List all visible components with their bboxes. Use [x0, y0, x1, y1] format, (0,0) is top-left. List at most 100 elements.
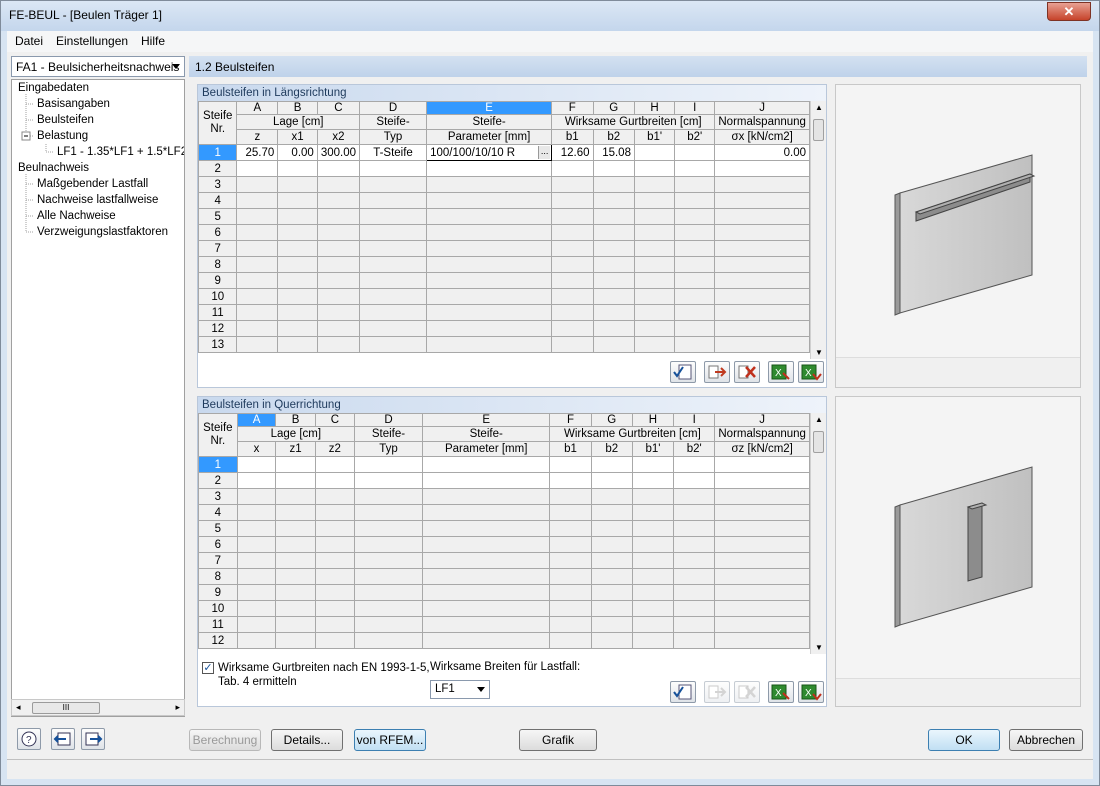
row-number[interactable]: 13 — [198, 336, 238, 353]
table-cell[interactable] — [590, 536, 633, 553]
tree-item-alle-nachweise[interactable]: Alle Nachweise — [37, 210, 116, 222]
table-cell[interactable] — [673, 456, 716, 473]
scroll-down-icon[interactable]: ▼ — [815, 643, 823, 652]
table-cell[interactable] — [673, 600, 716, 617]
table-cell[interactable] — [633, 144, 676, 161]
table-cell[interactable] — [358, 272, 428, 289]
table-cell[interactable] — [674, 240, 716, 257]
row-number[interactable]: 9 — [198, 584, 238, 601]
table-cell[interactable] — [236, 488, 277, 505]
table-cell[interactable] — [551, 208, 594, 225]
row-number[interactable]: 11 — [198, 616, 238, 633]
ok-button[interactable]: OK — [928, 729, 1000, 751]
delete-row-button[interactable] — [734, 681, 760, 703]
table-cell[interactable] — [549, 568, 592, 585]
insert-row-button[interactable] — [704, 361, 730, 383]
table-cell[interactable] — [275, 632, 316, 649]
table-row[interactable]: 8 — [198, 256, 810, 273]
table-cell[interactable] — [316, 288, 361, 305]
transverse-vscroll[interactable]: ▲ ▼ — [810, 413, 826, 654]
col-i[interactable]: I — [673, 413, 716, 427]
table-cell[interactable] — [714, 192, 810, 209]
table-cell[interactable] — [714, 520, 810, 537]
scroll-left-icon[interactable]: ◂ — [16, 702, 21, 713]
table-cell[interactable] — [353, 504, 423, 521]
row-number[interactable]: 1 — [198, 144, 238, 161]
table-cell[interactable] — [590, 600, 633, 617]
table-cell[interactable] — [633, 288, 676, 305]
table-cell[interactable] — [592, 160, 635, 177]
table-cell[interactable] — [714, 160, 810, 177]
row-number[interactable]: 9 — [198, 272, 238, 289]
row-number[interactable]: 11 — [198, 304, 238, 321]
table-cell[interactable] — [421, 504, 551, 521]
row-number[interactable]: 5 — [198, 520, 238, 537]
row-number[interactable]: 10 — [198, 288, 238, 305]
table-cell[interactable] — [358, 240, 428, 257]
table-cell[interactable] — [314, 568, 355, 585]
col-h[interactable]: H — [633, 101, 676, 115]
table-cell[interactable] — [358, 224, 428, 241]
select-all-button[interactable] — [670, 361, 696, 383]
scroll-thumb[interactable] — [813, 119, 824, 141]
table-cell[interactable] — [316, 240, 361, 257]
table-cell[interactable] — [236, 256, 279, 273]
table-cell[interactable] — [714, 176, 810, 193]
table-row[interactable]: 10 — [198, 288, 810, 305]
table-cell[interactable] — [549, 632, 592, 649]
table-cell[interactable] — [358, 176, 428, 193]
table-cell[interactable] — [314, 584, 355, 601]
table-cell[interactable] — [674, 288, 716, 305]
table-cell[interactable] — [236, 208, 279, 225]
table-cell[interactable] — [674, 208, 716, 225]
table-row[interactable]: 1 25.70 0.00 300.00 T-Steife 100/100/10/10 R.… — [198, 144, 810, 161]
table-row[interactable]: 13 — [198, 336, 810, 353]
table-cell[interactable] — [275, 488, 316, 505]
col-c[interactable]: C — [314, 413, 355, 427]
table-cell[interactable] — [236, 584, 277, 601]
table-cell[interactable] — [714, 488, 810, 505]
table-cell[interactable] — [236, 160, 279, 177]
table-cell[interactable]: 300.00 — [316, 144, 361, 161]
table-cell[interactable] — [673, 616, 716, 633]
table-cell[interactable] — [236, 288, 279, 305]
von-rfem-button[interactable]: von RFEM... — [354, 729, 426, 751]
table-cell[interactable] — [236, 240, 279, 257]
col-f[interactable]: F — [549, 413, 592, 427]
row-number[interactable]: 12 — [198, 632, 238, 649]
table-cell[interactable] — [633, 160, 676, 177]
table-cell[interactable] — [633, 304, 676, 321]
scroll-thumb[interactable] — [813, 431, 824, 453]
table-cell[interactable] — [549, 536, 592, 553]
next-button[interactable] — [81, 728, 105, 750]
table-row[interactable]: 9 — [198, 584, 810, 601]
col-h[interactable]: H — [631, 413, 675, 427]
excel-import-button[interactable]: X — [798, 681, 824, 703]
table-cell[interactable] — [590, 584, 633, 601]
table-cell[interactable] — [714, 288, 810, 305]
table-cell[interactable] — [673, 520, 716, 537]
table-cell[interactable] — [714, 536, 810, 553]
transverse-table[interactable]: SteifeNr. A B C D E F G H I J Lage [cm] — [198, 413, 810, 649]
excel-export-button[interactable]: X — [768, 361, 794, 383]
menu-datei[interactable]: Datei — [15, 34, 43, 48]
tree-horizontal-scrollbar[interactable]: ◂ III ▸ — [11, 699, 185, 716]
row-number[interactable]: 6 — [198, 536, 238, 553]
table-cell[interactable] — [353, 456, 423, 473]
table-row[interactable]: 6 — [198, 224, 810, 241]
table-cell[interactable] — [592, 256, 635, 273]
table-cell[interactable] — [551, 272, 594, 289]
table-cell[interactable] — [236, 632, 277, 649]
table-cell[interactable] — [421, 536, 551, 553]
table-cell[interactable] — [549, 520, 592, 537]
table-cell[interactable] — [549, 616, 592, 633]
table-cell[interactable]: 25.70 — [236, 144, 279, 161]
table-cell[interactable] — [275, 456, 316, 473]
table-cell[interactable] — [353, 536, 423, 553]
table-cell[interactable] — [316, 320, 361, 337]
table-cell[interactable] — [590, 632, 633, 649]
table-row[interactable]: 5 — [198, 520, 810, 537]
table-cell[interactable] — [426, 320, 553, 337]
table-cell[interactable] — [674, 272, 716, 289]
table-cell[interactable] — [275, 616, 316, 633]
